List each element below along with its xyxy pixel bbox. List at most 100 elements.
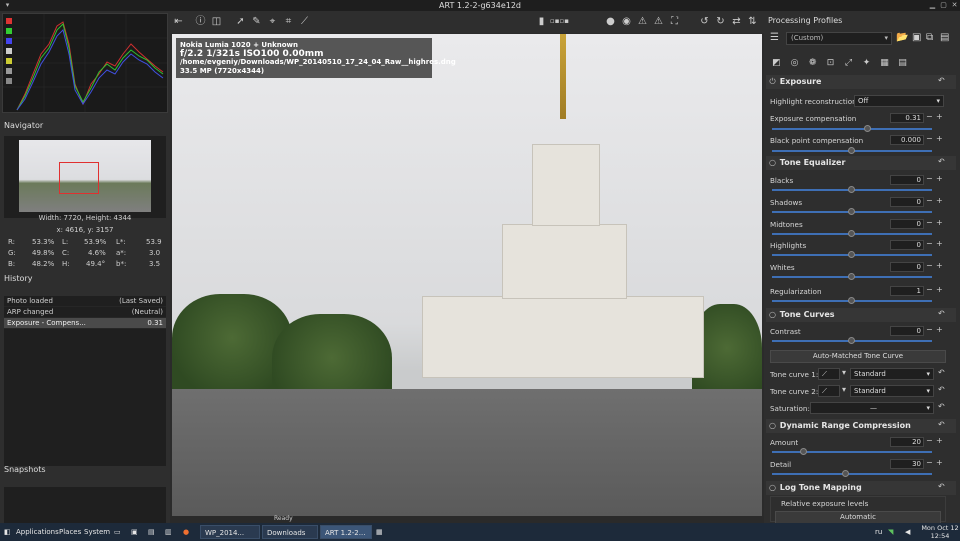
crop-icon[interactable]: ⌗ [282,15,295,28]
teq-field[interactable]: 0 [890,240,924,250]
black-point-field[interactable]: 0.000 [890,135,924,145]
reset-icon[interactable]: ↶ [938,420,945,429]
increment-button[interactable]: + [936,458,943,467]
reset-icon[interactable]: ↶ [938,482,945,491]
decrement-button[interactable]: − [926,325,933,334]
increment-button[interactable]: + [936,134,943,143]
file-manager-icon[interactable]: ▭ [114,523,121,541]
increment-button[interactable]: + [936,285,943,294]
tone-curve-1-select[interactable]: Standard ▾ [850,368,934,380]
hide-left-panel-icon[interactable]: ⇤ [172,15,185,28]
tab-exposure-icon[interactable]: ◩ [770,57,783,70]
decrement-button[interactable]: − [926,134,933,143]
maximize-icon[interactable]: ▢ [939,1,948,10]
increment-button[interactable]: + [936,174,943,183]
slider-knob[interactable] [848,251,855,258]
info-icon[interactable]: ⓘ [194,15,207,28]
clip-highlights-icon[interactable]: ⚠ [636,15,649,28]
taskbar-window-wp[interactable]: WP_2014... [200,525,260,539]
reset-icon[interactable]: ↶ [938,76,945,85]
color-picker-icon[interactable]: ⌖ [266,15,279,28]
copy-profile-icon[interactable]: ⧉ [926,32,933,43]
open-folder-icon[interactable]: 📂 [896,32,908,43]
curve-1-editor-button[interactable]: ⟋ [818,368,840,380]
decrement-button[interactable]: − [926,112,933,121]
places-menu[interactable]: Places [59,523,81,541]
decrement-button[interactable]: − [926,285,933,294]
contrast-field[interactable]: 0 [890,326,924,336]
focus-mask-icon[interactable]: ● [604,15,617,28]
drc-detail-field[interactable]: 30 [890,459,924,469]
applications-icon[interactable]: ◧ [4,523,11,541]
keyboard-layout[interactable]: ru [875,523,882,541]
navigator-panel[interactable] [4,136,166,218]
white-balance-picker-icon[interactable]: ✎ [250,15,263,28]
exposure-header[interactable]: ⏻ Exposure [768,76,948,88]
wifi-icon[interactable]: ◥ [888,523,893,541]
rotate-right-icon[interactable]: ↻ [714,15,727,28]
teq-slider[interactable] [772,186,932,193]
tab-effects-icon[interactable]: ✦ [860,57,873,70]
reset-icon[interactable]: ↶ [938,368,945,377]
slider-knob[interactable] [848,297,855,304]
red-channel-toggle[interactable] [6,18,12,24]
history-list[interactable]: Photo loaded (Last Saved) ARP changed (N… [4,296,166,466]
increment-button[interactable]: + [936,325,943,334]
highlight-reconstruction-select[interactable]: Off ▾ [854,95,944,107]
enable-checkbox[interactable]: ○ [768,309,777,321]
profile-list-icon[interactable]: ☰ [770,32,779,43]
navigator-viewport-rect[interactable] [59,162,99,194]
teq-slider[interactable] [772,208,932,215]
increment-button[interactable]: + [936,196,943,205]
save-profile-icon[interactable]: ▣ [912,32,921,43]
tab-meta-icon[interactable]: ▤ [896,57,909,70]
contrast-slider[interactable] [772,337,932,344]
window-menu-icon[interactable]: ▾ [3,1,12,10]
flip-vertical-icon[interactable]: ⇅ [746,15,759,28]
paste-profile-icon[interactable]: ▤ [940,32,949,43]
teq-slider[interactable] [772,273,932,280]
enable-checkbox[interactable]: ○ [768,157,777,169]
slider-knob[interactable] [800,448,807,455]
regularization-field[interactable]: 1 [890,286,924,296]
channel-selector-icon[interactable]: ▮ [535,15,548,28]
teq-field[interactable]: 0 [890,262,924,272]
exposure-compensation-slider[interactable] [772,125,932,132]
auto-matched-tone-curve-button[interactable]: Auto-Matched Tone Curve [770,350,946,363]
teq-slider[interactable] [772,230,932,237]
calendar-icon[interactable]: ▦ [376,523,383,541]
tab-local-icon[interactable]: ⊡ [824,57,837,70]
teq-field[interactable]: 0 [890,197,924,207]
gamut-warning-icon[interactable]: ◉ [620,15,633,28]
enable-checkbox[interactable]: ○ [768,420,777,432]
tone-equalizer-header[interactable]: ○ Tone Equalizer [768,157,948,169]
system-menu[interactable]: System [84,523,110,541]
enable-checkbox[interactable]: ○ [768,482,777,494]
increment-button[interactable]: + [936,112,943,121]
reset-icon[interactable]: ↶ [938,157,945,166]
rgb-channels-icon[interactable]: ▫▪▫▪ [550,15,569,28]
black-point-slider[interactable] [772,147,932,154]
minimize-icon[interactable]: ▁ [928,1,937,10]
slider-knob[interactable] [848,273,855,280]
firefox-icon[interactable]: ● [183,523,189,541]
tone-curves-header[interactable]: ○ Tone Curves [768,309,948,321]
histogram[interactable] [2,13,168,113]
increment-button[interactable]: + [936,261,943,270]
log-tone-mapping-header[interactable]: ○ Log Tone Mapping [768,482,948,494]
increment-button[interactable]: + [936,218,943,227]
clip-shadows-icon[interactable]: ⚠ [652,15,665,28]
teq-field[interactable]: 0 [890,175,924,185]
folder-icon[interactable]: ▥ [165,523,172,541]
slider-knob[interactable] [848,147,855,154]
slider-knob[interactable] [848,337,855,344]
drc-amount-slider[interactable] [772,448,932,455]
decrement-button[interactable]: − [926,218,933,227]
bar-toggle[interactable] [6,78,12,84]
clock[interactable]: Mon Oct 12 12:54 [920,523,960,541]
exposure-compensation-field[interactable]: 0.31 [890,113,924,123]
text-editor-icon[interactable]: ▤ [148,523,155,541]
slider-knob[interactable] [848,208,855,215]
slider-knob[interactable] [848,230,855,237]
drc-header[interactable]: ○ Dynamic Range Compression [768,420,948,432]
